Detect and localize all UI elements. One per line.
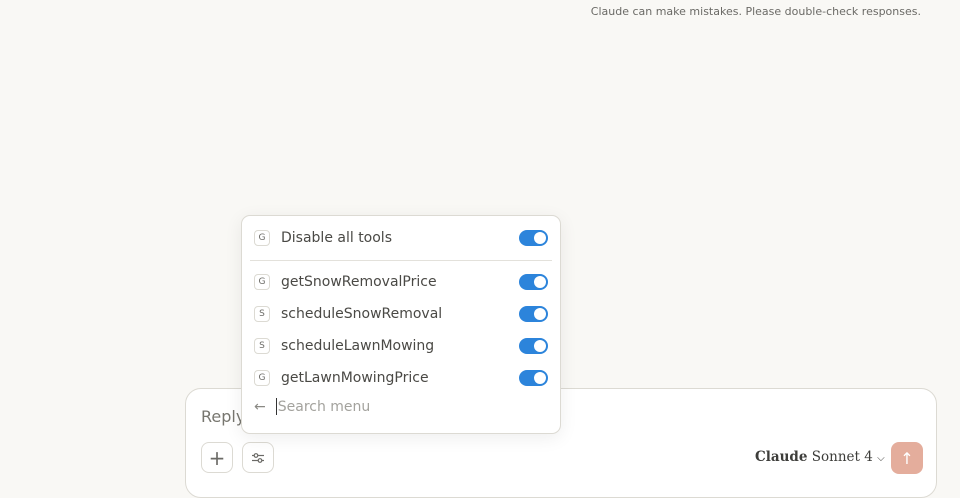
tool-badge: S bbox=[254, 338, 270, 354]
tool-row[interactable]: SscheduleSnowRemoval bbox=[254, 300, 548, 328]
tools-menu: G Disable all tools GgetSnowRemovalPrice… bbox=[241, 215, 561, 434]
model-selector[interactable]: Claude Sonnet 4 ⌵ bbox=[755, 449, 885, 465]
tool-label: getLawnMowingPrice bbox=[281, 370, 429, 386]
text-caret bbox=[275, 398, 277, 415]
toggle-switch[interactable] bbox=[519, 370, 548, 386]
tool-row[interactable]: SscheduleLawnMowing bbox=[254, 332, 548, 360]
toggle-switch[interactable] bbox=[519, 230, 548, 246]
tool-row[interactable]: GgetLawnMowingPrice bbox=[254, 364, 548, 392]
tool-row[interactable]: GgetSnowRemovalPrice bbox=[254, 268, 548, 296]
disclaimer-text: Claude can make mistakes. Please double-… bbox=[590, 5, 921, 18]
send-button[interactable]: ↑ bbox=[891, 442, 923, 474]
chevron-down-icon: ⌵ bbox=[877, 453, 885, 464]
divider bbox=[250, 260, 552, 261]
tools-button[interactable] bbox=[242, 442, 274, 473]
tool-badge: S bbox=[254, 306, 270, 322]
toggle-switch[interactable] bbox=[519, 306, 548, 322]
model-brand: Claude bbox=[755, 449, 808, 465]
disable-all-tools-row[interactable]: G Disable all tools bbox=[254, 224, 548, 252]
arrow-up-icon: ↑ bbox=[900, 448, 914, 468]
add-button[interactable]: + bbox=[201, 442, 233, 473]
search-menu: ← Search menu bbox=[254, 398, 370, 415]
tool-label: scheduleLawnMowing bbox=[281, 338, 435, 354]
search-menu-input[interactable]: Search menu bbox=[278, 399, 371, 415]
claude-logo-icon bbox=[210, 0, 240, 14]
back-arrow-icon[interactable]: ← bbox=[254, 399, 266, 415]
tool-label: Disable all tools bbox=[281, 230, 392, 246]
plus-icon: + bbox=[208, 445, 226, 470]
tool-badge: G bbox=[254, 230, 270, 246]
tool-label: scheduleSnowRemoval bbox=[281, 306, 443, 322]
tool-badge: G bbox=[254, 274, 270, 290]
model-name: Sonnet 4 bbox=[811, 449, 873, 465]
toggle-switch[interactable] bbox=[519, 338, 548, 354]
reply-input[interactable]: Reply bbox=[201, 407, 245, 426]
tool-badge: G bbox=[254, 370, 270, 386]
tool-label: getSnowRemovalPrice bbox=[281, 274, 437, 290]
sliders-icon bbox=[252, 452, 264, 463]
toggle-switch[interactable] bbox=[519, 274, 548, 290]
